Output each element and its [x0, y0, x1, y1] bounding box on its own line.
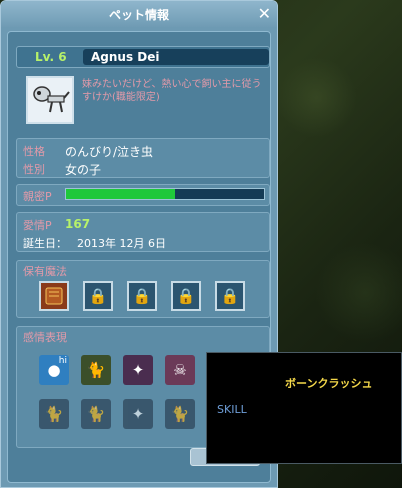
affection-panel: 愛情P 167 誕生日： 2013年 12月 6日 [16, 212, 270, 252]
magic-section-title: 保有魔法 [23, 265, 67, 278]
lock-icon[interactable]: 🔒 [171, 281, 201, 311]
emote-dance-icon[interactable]: ✦ [123, 355, 153, 385]
hi-bubble: hi [58, 356, 67, 366]
window-title: ペット情報 [108, 8, 169, 22]
intimacy-bar [65, 188, 265, 200]
lock-icon[interactable]: 🔒 [83, 281, 113, 311]
emote-hi-icon[interactable]: hi ● [39, 355, 69, 385]
personality-label: 性格 [23, 145, 45, 158]
affection-label: 愛情P [23, 219, 52, 232]
portrait-row: 妹みたいだけど、熱い心で飼い主に従うすけか(職能限定) [16, 76, 270, 132]
emote-locked-icon[interactable]: ✦ [123, 399, 153, 429]
pet-portrait [26, 76, 74, 124]
emote-section-title: 感情表現 [23, 331, 67, 344]
traits-panel: 性格 のんびり/泣き虫 性別 女の子 [16, 138, 270, 178]
skeleton-pet-icon [33, 86, 70, 113]
emote-skull-icon[interactable]: ☠ [165, 355, 195, 385]
birthday-label: 誕生日： [23, 237, 67, 250]
magic-panel: 保有魔法 🔒 🔒 🔒 🔒 [16, 260, 270, 318]
emote-cat-icon[interactable]: 🐈 [81, 355, 111, 385]
intimacy-panel: 親密P [16, 184, 270, 206]
lock-icon[interactable]: 🔒 [127, 281, 157, 311]
emote-locked-icon[interactable]: 🐈 [165, 399, 195, 429]
pet-name: Agnus Dei [83, 49, 269, 65]
personality-value: のんびり/泣き虫 [65, 145, 154, 159]
intimacy-bar-fill [66, 189, 175, 199]
emote-locked-icon[interactable]: 🐈 [39, 399, 69, 429]
gender-value: 女の子 [65, 163, 102, 177]
skill-label: SKILL [217, 403, 247, 416]
affection-value: 167 [65, 217, 91, 231]
title-bar[interactable]: ペット情報 ✕ [1, 1, 277, 27]
name-row: Lv. 6 Agnus Dei [16, 46, 270, 68]
gender-label: 性別 [23, 163, 45, 176]
lock-icon[interactable]: 🔒 [215, 281, 245, 311]
pet-description: 妹みたいだけど、熱い心で飼い主に従うすけか(職能限定) [82, 79, 262, 103]
intimacy-label: 親密P [23, 190, 52, 203]
close-icon[interactable]: ✕ [258, 4, 271, 23]
book-icon[interactable] [39, 281, 69, 311]
birthday-value: 2013年 12月 6日 [77, 237, 166, 250]
pet-level: Lv. 6 [35, 50, 67, 64]
skill-name: ボーンクラッシュ [285, 377, 373, 390]
emote-locked-icon[interactable]: 🐈 [81, 399, 111, 429]
skill-tooltip: ボーンクラッシュ SKILL [206, 352, 402, 464]
